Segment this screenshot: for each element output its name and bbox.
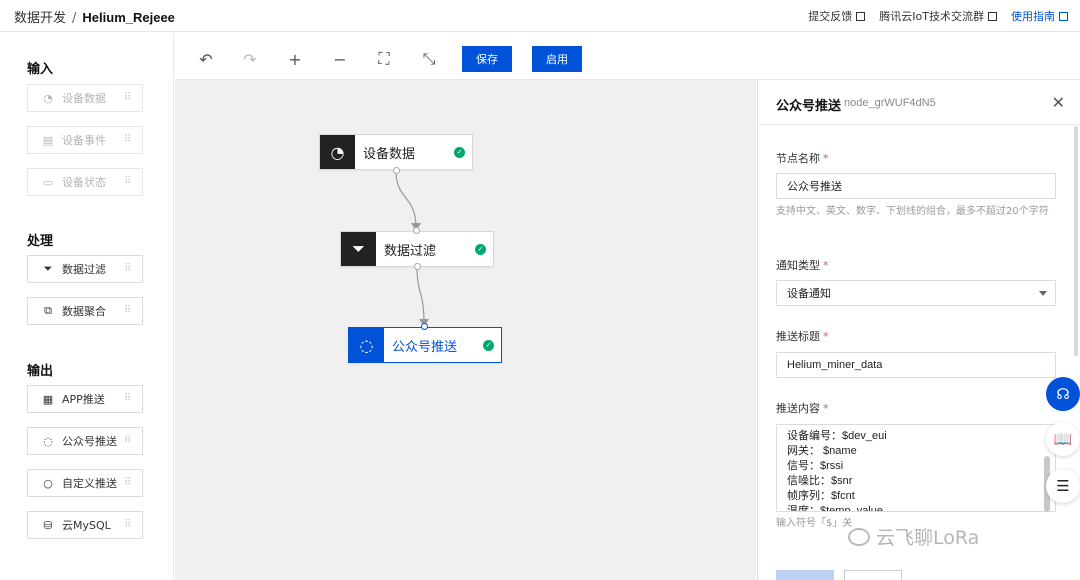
panel-scrollbar[interactable] xyxy=(1074,126,1078,356)
palette-item-device-status[interactable]: ▭ 设备状态 ⠿ xyxy=(27,168,143,196)
feedback-link[interactable]: 提交反馈 xyxy=(808,8,866,24)
watermark: 云飞聊LoRa xyxy=(848,523,979,550)
palette-item-device-data[interactable]: ◔ 设备数据 ⠿ xyxy=(27,84,143,112)
success-check-icon: ✓ xyxy=(483,339,494,351)
group-title-output: 输出 xyxy=(27,364,54,379)
push-title-input[interactable]: Helium_miner_data xyxy=(776,352,1056,378)
external-link-icon xyxy=(856,11,866,21)
group-title-input: 输入 xyxy=(27,62,54,77)
node-name-help: 支持中文、英文、数字、下划线的组合，最多不超过20个字符 xyxy=(776,206,1049,217)
breadcrumb: 数据开发 / Helium_Rejeee xyxy=(14,7,175,26)
palette-item-device-event[interactable]: ▤ 设备事件 ⠿ xyxy=(27,126,143,154)
chat-icon: ◌ xyxy=(349,328,384,362)
fullscreen-icon[interactable]: ⛶ xyxy=(375,49,393,68)
flow-canvas[interactable]: ◔ 设备数据 ✓ ⏷ 数据过滤 ✓ ◌ 公众号推送 ✓ xyxy=(175,80,756,580)
node-id: node_grWUF4dN5 xyxy=(844,97,936,109)
cancel-button[interactable] xyxy=(844,570,902,580)
external-link-icon xyxy=(988,11,997,21)
drag-handle-icon[interactable]: ⠿ xyxy=(124,264,132,274)
drag-handle-icon[interactable]: ⠿ xyxy=(124,520,132,530)
close-icon[interactable]: ✕ xyxy=(1052,93,1065,112)
copy-icon: ⧉ xyxy=(44,304,52,317)
drag-handle-icon[interactable]: ⠿ xyxy=(124,436,132,446)
chat-icon: ◌ xyxy=(43,434,53,448)
database-icon: ⛁ xyxy=(43,518,53,532)
output-port[interactable] xyxy=(414,263,421,270)
breadcrumb-root[interactable]: 数据开发 xyxy=(14,11,66,26)
flow-node-wechat-push[interactable]: ◌ 公众号推送 ✓ xyxy=(348,327,502,363)
drag-handle-icon[interactable]: ⠿ xyxy=(124,135,132,145)
drag-handle-icon[interactable]: ⠿ xyxy=(124,177,132,187)
node-palette: 输入 ◔ 设备数据 ⠿ ▤ 设备事件 ⠿ ▭ 设备状态 ⠿ 处理 ⏷ 数据过滤 ⠿ ⧉ 数据聚合 ⠿… xyxy=(0,33,174,580)
drag-handle-icon[interactable]: ⠿ xyxy=(124,306,132,316)
node-name-input[interactable]: 公众号推送 xyxy=(776,173,1056,199)
enable-button[interactable]: 启用 xyxy=(532,46,582,72)
wechat-logo-icon xyxy=(848,527,870,546)
bulb-icon: ○ xyxy=(43,476,53,490)
edge-2 xyxy=(416,265,425,325)
community-link[interactable]: 腾讯云IoT技术交流群 xyxy=(879,8,997,24)
push-content-textarea[interactable]: 设备编号：$dev_eui 网关： $name 信号：$rssi 信噪比：$sn… xyxy=(776,424,1056,512)
input-port[interactable] xyxy=(421,323,428,330)
success-check-icon: ✓ xyxy=(475,243,486,255)
pie-chart-icon: ◔ xyxy=(43,91,53,105)
grid-icon: ▦ xyxy=(42,392,54,406)
confirm-button[interactable] xyxy=(776,570,834,580)
guide-link[interactable]: 使用指南 xyxy=(1011,8,1068,24)
book-icon[interactable]: 📖 xyxy=(1046,422,1080,456)
flow-node-data-filter[interactable]: ⏷ 数据过滤 ✓ xyxy=(340,231,494,267)
save-button[interactable]: 保存 xyxy=(462,46,512,72)
header-links: 提交反馈 腾讯云IoT技术交流群 使用指南 xyxy=(808,8,1068,24)
breadcrumb-separator: / xyxy=(72,11,77,26)
headset-support-icon[interactable]: ☊ xyxy=(1046,377,1080,411)
external-link-icon xyxy=(1059,11,1068,21)
success-check-icon: ✓ xyxy=(454,146,465,158)
list-indent-icon[interactable]: ☰ xyxy=(1046,469,1080,503)
group-title-process: 处理 xyxy=(27,234,54,249)
field-label-notify-type: 通知类型 * xyxy=(776,259,829,272)
palette-item-mysql[interactable]: ⛁ 云MySQL ⠿ xyxy=(27,511,143,539)
input-port[interactable] xyxy=(413,227,420,234)
flow-node-device-data[interactable]: ◔ 设备数据 ✓ xyxy=(319,134,473,170)
filter-icon: ⏷ xyxy=(43,262,53,275)
panel-title: 公众号推送 xyxy=(776,99,842,114)
undo-icon[interactable]: ↶ xyxy=(197,50,215,69)
drag-handle-icon[interactable]: ⠿ xyxy=(124,478,132,488)
palette-item-data-filter[interactable]: ⏷ 数据过滤 ⠿ xyxy=(27,255,143,283)
field-label-push-title: 推送标题 * xyxy=(776,330,829,343)
redo-icon[interactable]: ↷ xyxy=(241,50,259,69)
document-icon: ▤ xyxy=(42,133,54,147)
palette-item-data-aggregate[interactable]: ⧉ 数据聚合 ⠿ xyxy=(27,297,143,325)
pie-chart-icon: ◔ xyxy=(320,135,355,169)
palette-item-wechat-push[interactable]: ◌ 公众号推送 ⠿ xyxy=(27,427,143,455)
drag-handle-icon[interactable]: ⠿ xyxy=(124,394,132,404)
notify-type-select[interactable]: 设备通知 xyxy=(776,280,1056,306)
zoom-out-icon[interactable]: − xyxy=(331,50,349,69)
output-port[interactable] xyxy=(393,167,400,174)
palette-item-app-push[interactable]: ▦ APP推送 ⠿ xyxy=(27,385,143,413)
top-bar: 数据开发 / Helium_Rejeee 提交反馈 腾讯云IoT技术交流群 使用指南 xyxy=(0,0,1080,32)
drag-handle-icon[interactable]: ⠿ xyxy=(124,93,132,103)
field-label-push-content: 推送内容 * xyxy=(776,402,829,415)
zoom-in-icon[interactable]: + xyxy=(286,50,304,69)
image-icon: ▭ xyxy=(42,175,54,189)
fit-view-icon[interactable]: ⤡ xyxy=(420,49,438,68)
node-config-panel: 公众号推送 node_grWUF4dN5 ✕ 节点名称 * 公众号推送 支持中文、… xyxy=(757,80,1080,580)
edge-1 xyxy=(395,170,417,229)
filter-icon: ⏷ xyxy=(341,232,376,266)
palette-item-custom-push[interactable]: ○ 自定义推送 ⠿ xyxy=(27,469,143,497)
chevron-down-icon xyxy=(1039,291,1047,296)
project-name: Helium_Rejeee xyxy=(82,10,175,25)
canvas-toolbar: ↶ ↷ + − ⛶ ⤡ 保存 启用 xyxy=(175,38,1080,80)
panel-header: 公众号推送 node_grWUF4dN5 ✕ xyxy=(758,80,1080,125)
field-label-node-name: 节点名称 * xyxy=(776,152,829,165)
